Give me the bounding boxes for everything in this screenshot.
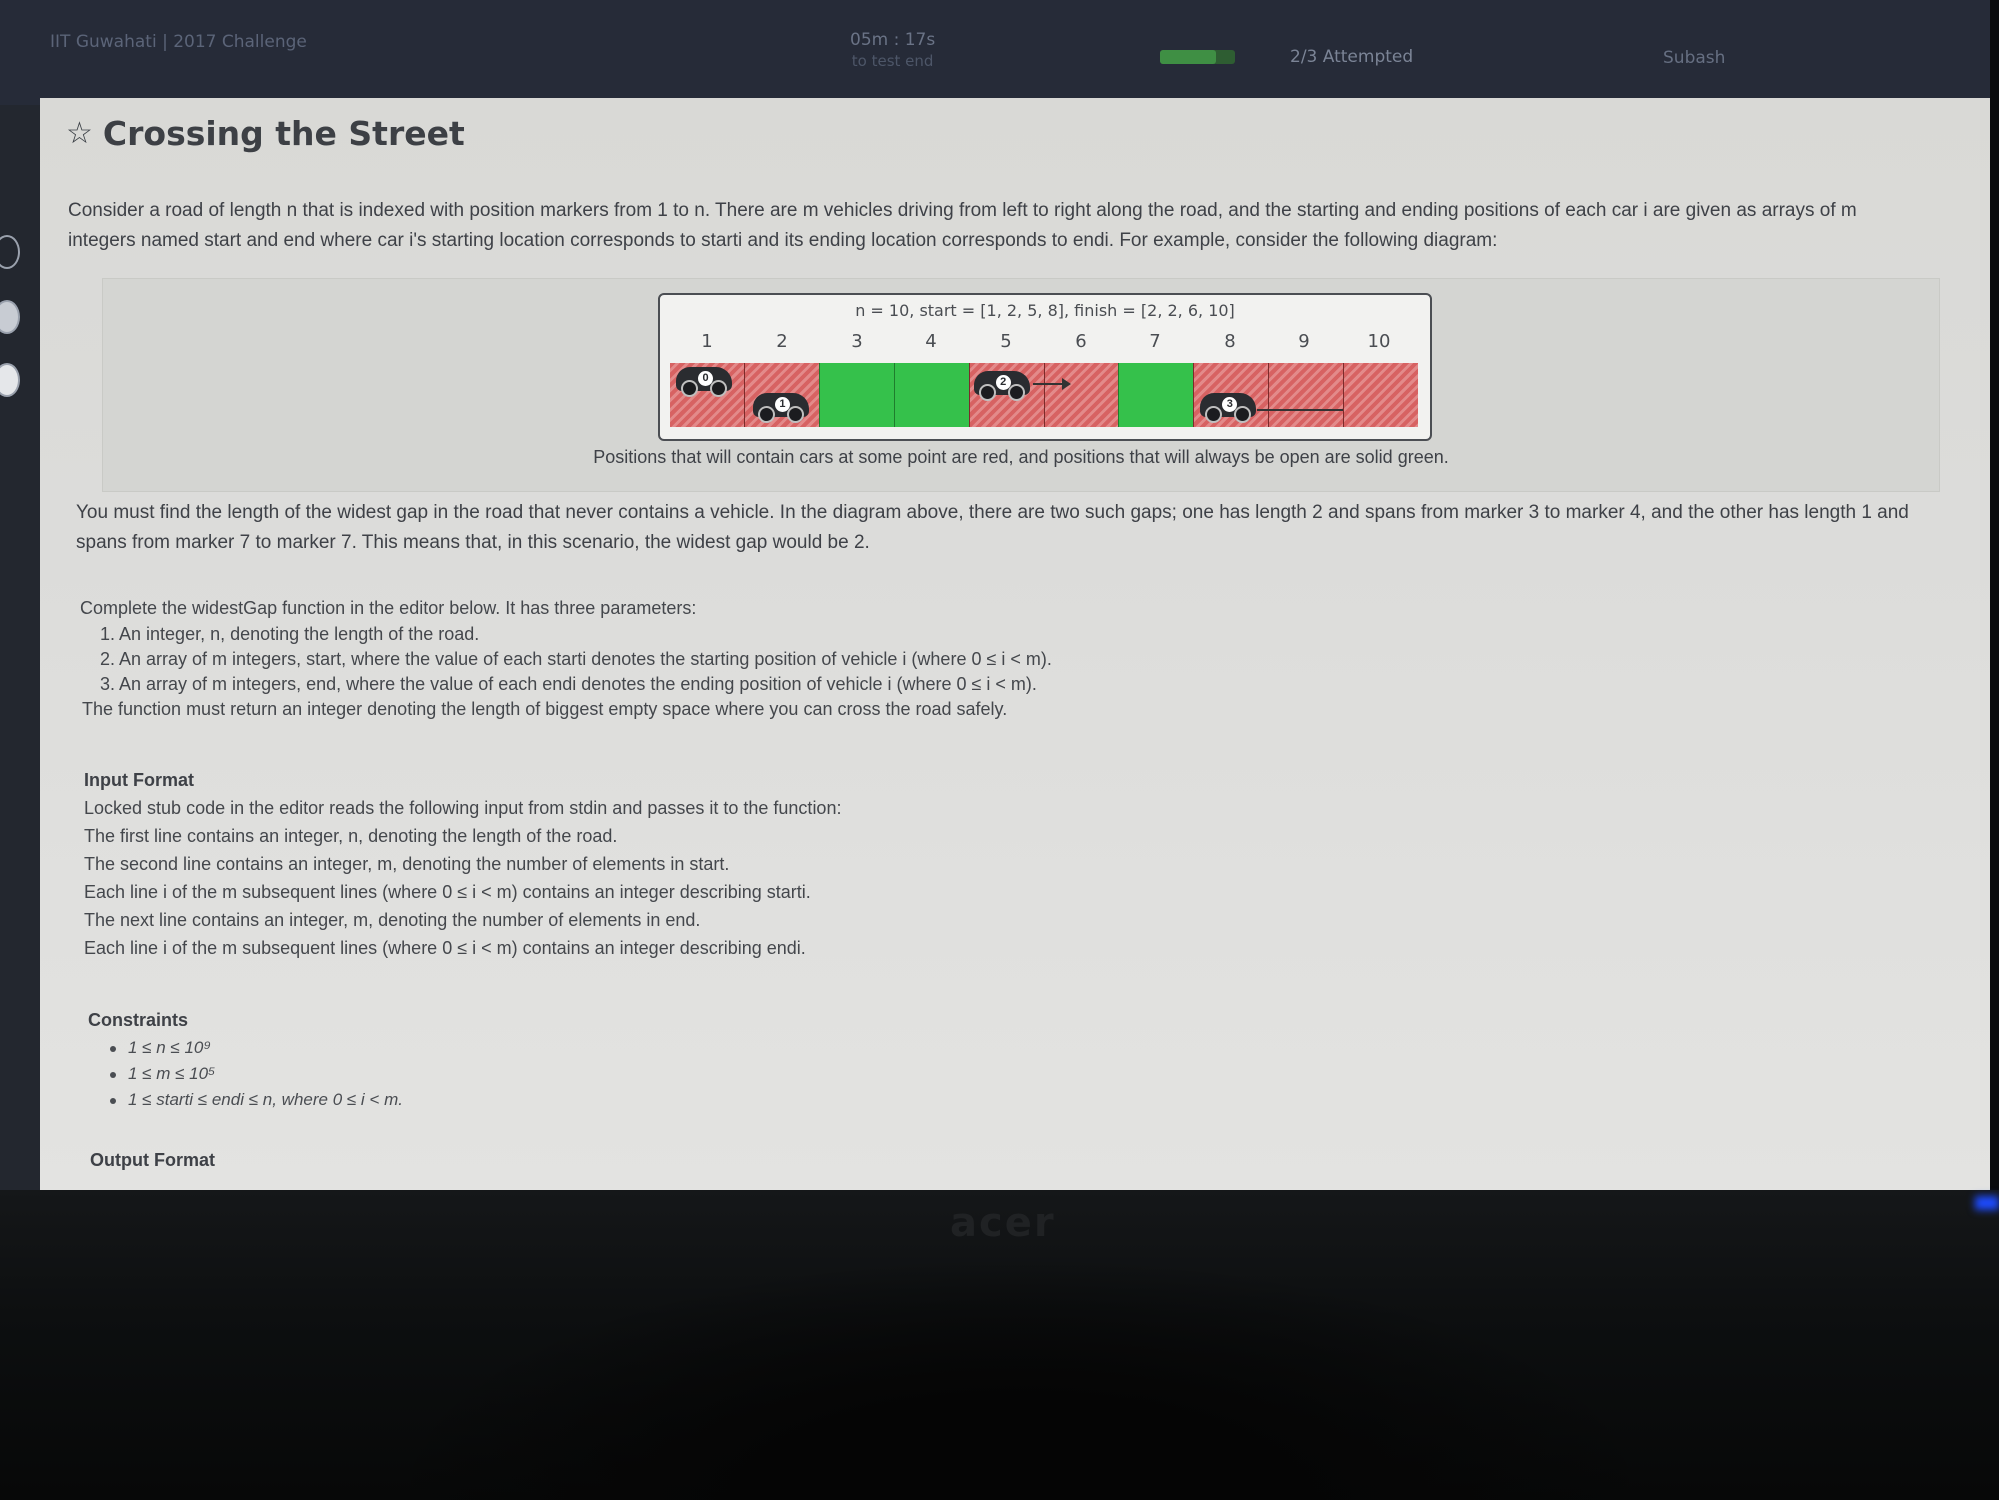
param-line: 2. An array of m integers, start, where …: [100, 649, 1052, 669]
gap-line-1: You must find the length of the widest g…: [76, 502, 1909, 523]
constraint-item: 1 ≤ m ≤ 10⁵: [110, 1064, 215, 1084]
sidebar-circle-icon[interactable]: [0, 363, 20, 397]
problem-title: Crossing the Street: [102, 114, 465, 153]
return-line: The function must return an integer deno…: [82, 699, 1008, 719]
road-cell: [1118, 363, 1194, 427]
constraint-text: 1 ≤ n ≤ 10⁹: [128, 1038, 211, 1057]
constraint-text: 1 ≤ m ≤ 10⁵: [128, 1064, 216, 1083]
marker-4: 4: [925, 331, 937, 352]
diagram-box: n = 10, start = [1, 2, 5, 8], finish = […: [102, 278, 1940, 492]
marker-9: 9: [1298, 331, 1310, 352]
marker-8: 8: [1224, 331, 1236, 352]
problem-panel: ☆ Crossing the Street Consider a road of…: [40, 98, 1990, 1190]
left-sidebar: [0, 105, 40, 1190]
gap-line-2: spans from marker 7 to marker 7. This me…: [76, 532, 870, 553]
timer-label: to test end: [851, 52, 934, 70]
input-line: Each line i of the m subsequent lines (w…: [84, 938, 806, 958]
road-cell: 2: [968, 363, 1044, 427]
power-led-icon: [1975, 1196, 1999, 1210]
road-cell: 3: [1193, 363, 1269, 427]
road-cell: [1257, 363, 1370, 427]
top-bar: IIT Guwahati | 2017 Challenge 05m : 17s …: [0, 0, 1990, 105]
user-menu[interactable]: Subash: [1663, 48, 1725, 68]
diagram-header: n = 10, start = [1, 2, 5, 8], finish = […: [855, 301, 1235, 320]
param-line: 3. An array of m integers, end, where th…: [100, 674, 1037, 694]
arrow-icon: [1032, 378, 1071, 390]
car-icon: 3: [1200, 393, 1257, 423]
marker-1: 1: [701, 331, 713, 352]
constraints-heading: Constraints: [88, 1010, 189, 1030]
intro-line-1: Consider a road of length n that is inde…: [68, 200, 1857, 221]
marker-3: 3: [851, 331, 863, 352]
marker-10: 10: [1367, 331, 1391, 352]
marker-5: 5: [1000, 331, 1012, 352]
param-line: 1. An integer, n, denoting the length of…: [100, 624, 480, 644]
complete-intro: Complete the widestGap function in the e…: [80, 598, 697, 618]
attempted-count[interactable]: 2/3 Attempted: [1290, 47, 1413, 67]
timer: 05m : 17s to test end: [850, 30, 935, 72]
sidebar-circle-icon[interactable]: [0, 235, 20, 269]
title-row: ☆ Crossing the Street: [66, 114, 465, 153]
car-icon: 1: [752, 393, 809, 423]
star-icon[interactable]: ☆: [66, 118, 93, 149]
output-format-heading: Output Format: [90, 1150, 215, 1170]
input-line: The first line contains an integer, n, d…: [84, 826, 618, 846]
progress-bar: [1160, 50, 1235, 64]
road-cell: 0: [670, 363, 744, 427]
screen: IIT Guwahati | 2017 Challenge 05m : 17s …: [0, 0, 1990, 1190]
diagram-caption: Positions that will contain cars at some…: [593, 447, 1449, 467]
road-cell: [1343, 363, 1419, 427]
input-line: Locked stub code in the editor reads the…: [84, 798, 842, 818]
input-line: Each line i of the m subsequent lines (w…: [84, 882, 811, 902]
road-cells: 0 1 2 3: [670, 363, 1419, 427]
marker-2: 2: [776, 331, 788, 352]
timer-value: 05m : 17s: [850, 30, 936, 50]
constraint-text: 1 ≤ starti ≤ endi ≤ n, where 0 ≤ i < m.: [128, 1090, 403, 1109]
intro-line-2: integers named start and end where car i…: [68, 230, 1498, 251]
progress-fill: [1160, 50, 1217, 64]
monitor-stand: [380, 1255, 1660, 1500]
constraint-item: 1 ≤ starti ≤ endi ≤ n, where 0 ≤ i < m.: [110, 1090, 403, 1110]
constraint-item: 1 ≤ n ≤ 10⁹: [110, 1038, 211, 1058]
road-diagram: n = 10, start = [1, 2, 5, 8], finish = […: [658, 293, 1432, 441]
road-cell: 1: [743, 363, 819, 427]
road-cell: [893, 363, 969, 427]
input-format-heading: Input Format: [84, 770, 194, 790]
car-icon: 0: [676, 367, 732, 397]
sidebar-circle-icon[interactable]: [0, 300, 20, 334]
input-line: The next line contains an integer, m, de…: [84, 910, 701, 930]
car-icon: 2: [973, 371, 1030, 401]
marker-6: 6: [1075, 331, 1087, 352]
marker-7: 7: [1149, 331, 1161, 352]
road-cell: [818, 363, 894, 427]
road-cell: [1032, 363, 1119, 427]
input-line: The second line contains an integer, m, …: [84, 854, 730, 874]
monitor-logo: acer: [950, 1200, 1056, 1246]
contest-name[interactable]: IIT Guwahati | 2017 Challenge: [50, 32, 307, 52]
